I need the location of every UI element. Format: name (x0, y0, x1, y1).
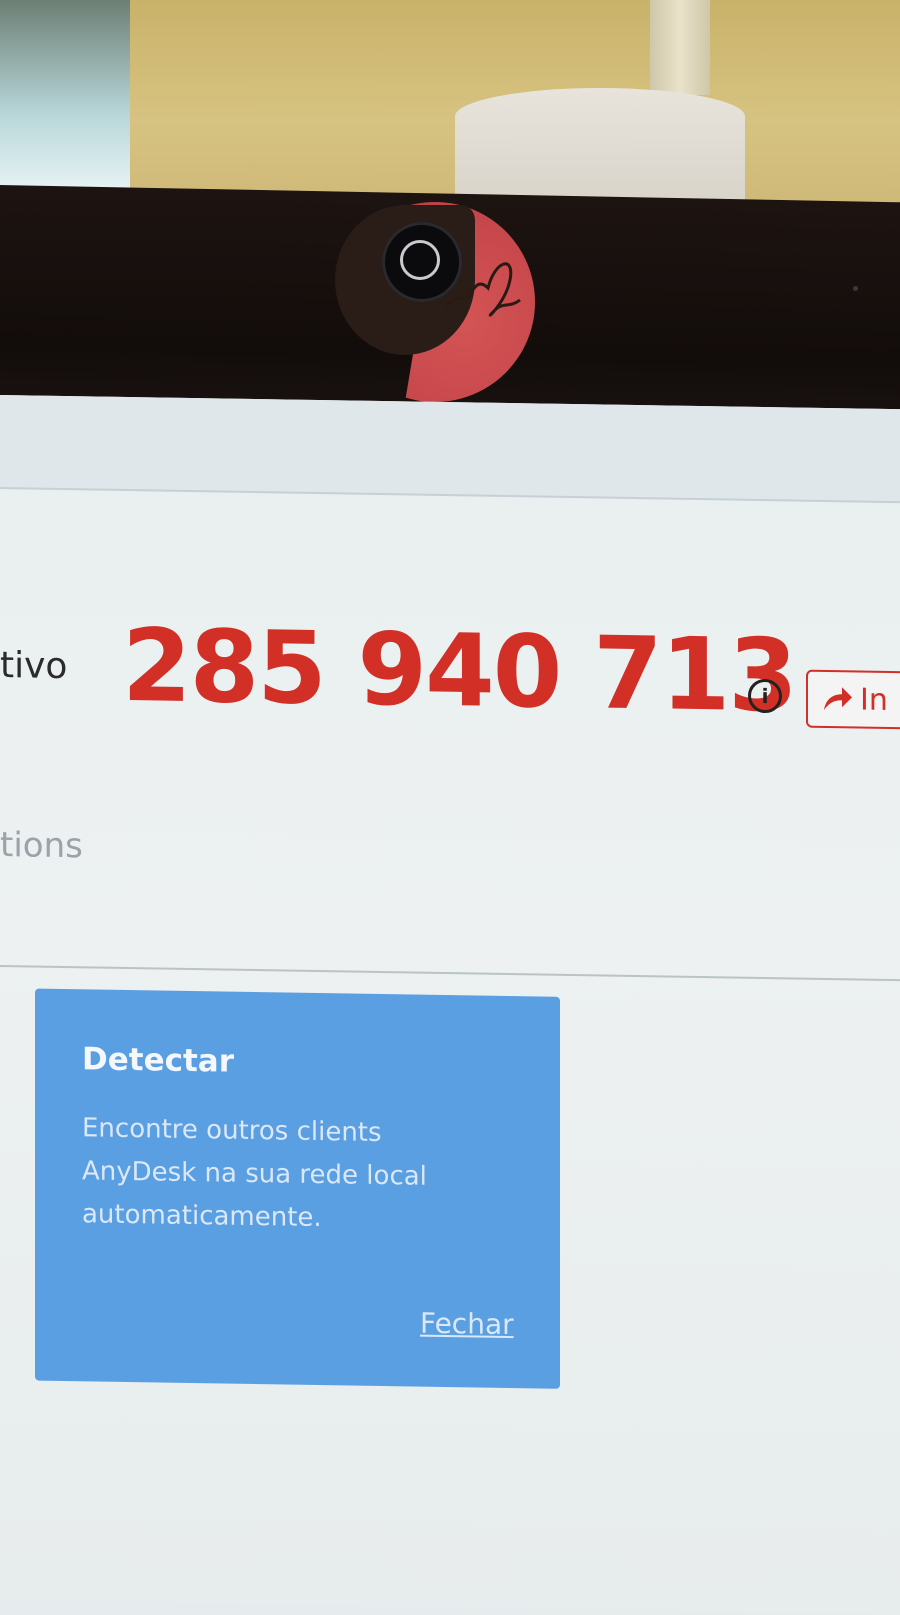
sticker-scribble-icon (443, 262, 521, 317)
discover-card: Detectar Encontre outros clients AnyDesk… (35, 988, 560, 1389)
app-window: tivo 285 940 713 i In tions Detectar Enc… (0, 395, 900, 1615)
discover-card-title: Detectar (82, 1041, 235, 1080)
window-light (0, 0, 130, 190)
discover-card-description: Encontre outros clients AnyDesk na sua r… (82, 1113, 427, 1234)
options-link[interactable]: tions (0, 825, 83, 866)
share-arrow-icon (824, 687, 852, 710)
sensor-dot (853, 286, 858, 291)
section-divider (0, 965, 900, 982)
background-object (650, 0, 710, 95)
invite-button[interactable]: In (806, 669, 900, 730)
workstation-label: tivo (0, 645, 68, 688)
invite-button-label: In (860, 682, 888, 718)
close-card-link[interactable]: Fechar (420, 1307, 514, 1341)
info-icon[interactable]: i (748, 678, 782, 714)
anydesk-address: 285 940 713 (122, 606, 796, 735)
title-bar (0, 395, 900, 504)
